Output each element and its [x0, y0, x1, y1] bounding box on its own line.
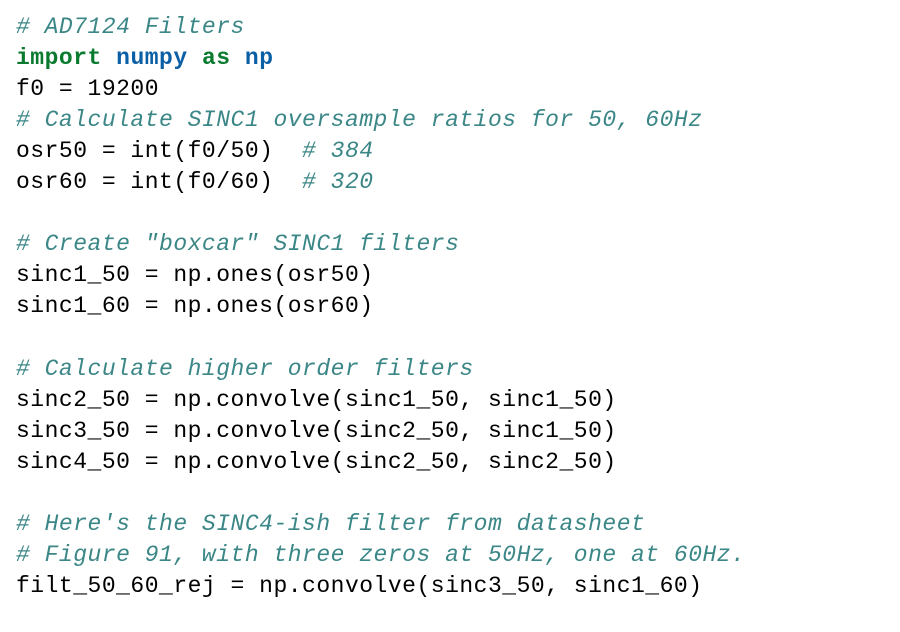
- code-line: osr60 = int(f0/60) # 320: [16, 167, 884, 198]
- code-block: # AD7124 Filters import numpy as np f0 =…: [16, 12, 884, 602]
- code-line-comment: # Calculate higher order filters: [16, 354, 884, 385]
- code-line: sinc3_50 = np.convolve(sinc2_50, sinc1_5…: [16, 416, 884, 447]
- alias-np: np: [245, 45, 274, 71]
- code-line: sinc1_60 = np.ones(osr60): [16, 291, 884, 322]
- code-line: sinc4_50 = np.convolve(sinc2_50, sinc2_5…: [16, 447, 884, 478]
- code-line-comment: # Figure 91, with three zeros at 50Hz, o…: [16, 540, 884, 571]
- code-line: osr50 = int(f0/50) # 384: [16, 136, 884, 167]
- keyword-import: import: [16, 45, 102, 71]
- code-line: sinc1_50 = np.ones(osr50): [16, 260, 884, 291]
- blank-line: [16, 478, 884, 509]
- code-line: sinc2_50 = np.convolve(sinc1_50, sinc1_5…: [16, 385, 884, 416]
- code-line-comment: # AD7124 Filters: [16, 12, 884, 43]
- module-numpy: numpy: [116, 45, 188, 71]
- keyword-as: as: [202, 45, 231, 71]
- inline-comment: # 320: [302, 169, 374, 195]
- code-text: osr60 = int(f0/60): [16, 169, 302, 195]
- code-line-comment: # Calculate SINC1 oversample ratios for …: [16, 105, 884, 136]
- blank-line: [16, 198, 884, 229]
- code-line-import: import numpy as np: [16, 43, 884, 74]
- code-text: osr50 = int(f0/50): [16, 138, 302, 164]
- code-line: filt_50_60_rej = np.convolve(sinc3_50, s…: [16, 571, 884, 602]
- code-line-comment: # Create "boxcar" SINC1 filters: [16, 229, 884, 260]
- code-line-comment: # Here's the SINC4-ish filter from datas…: [16, 509, 884, 540]
- code-line: f0 = 19200: [16, 74, 884, 105]
- inline-comment: # 384: [302, 138, 374, 164]
- blank-line: [16, 322, 884, 353]
